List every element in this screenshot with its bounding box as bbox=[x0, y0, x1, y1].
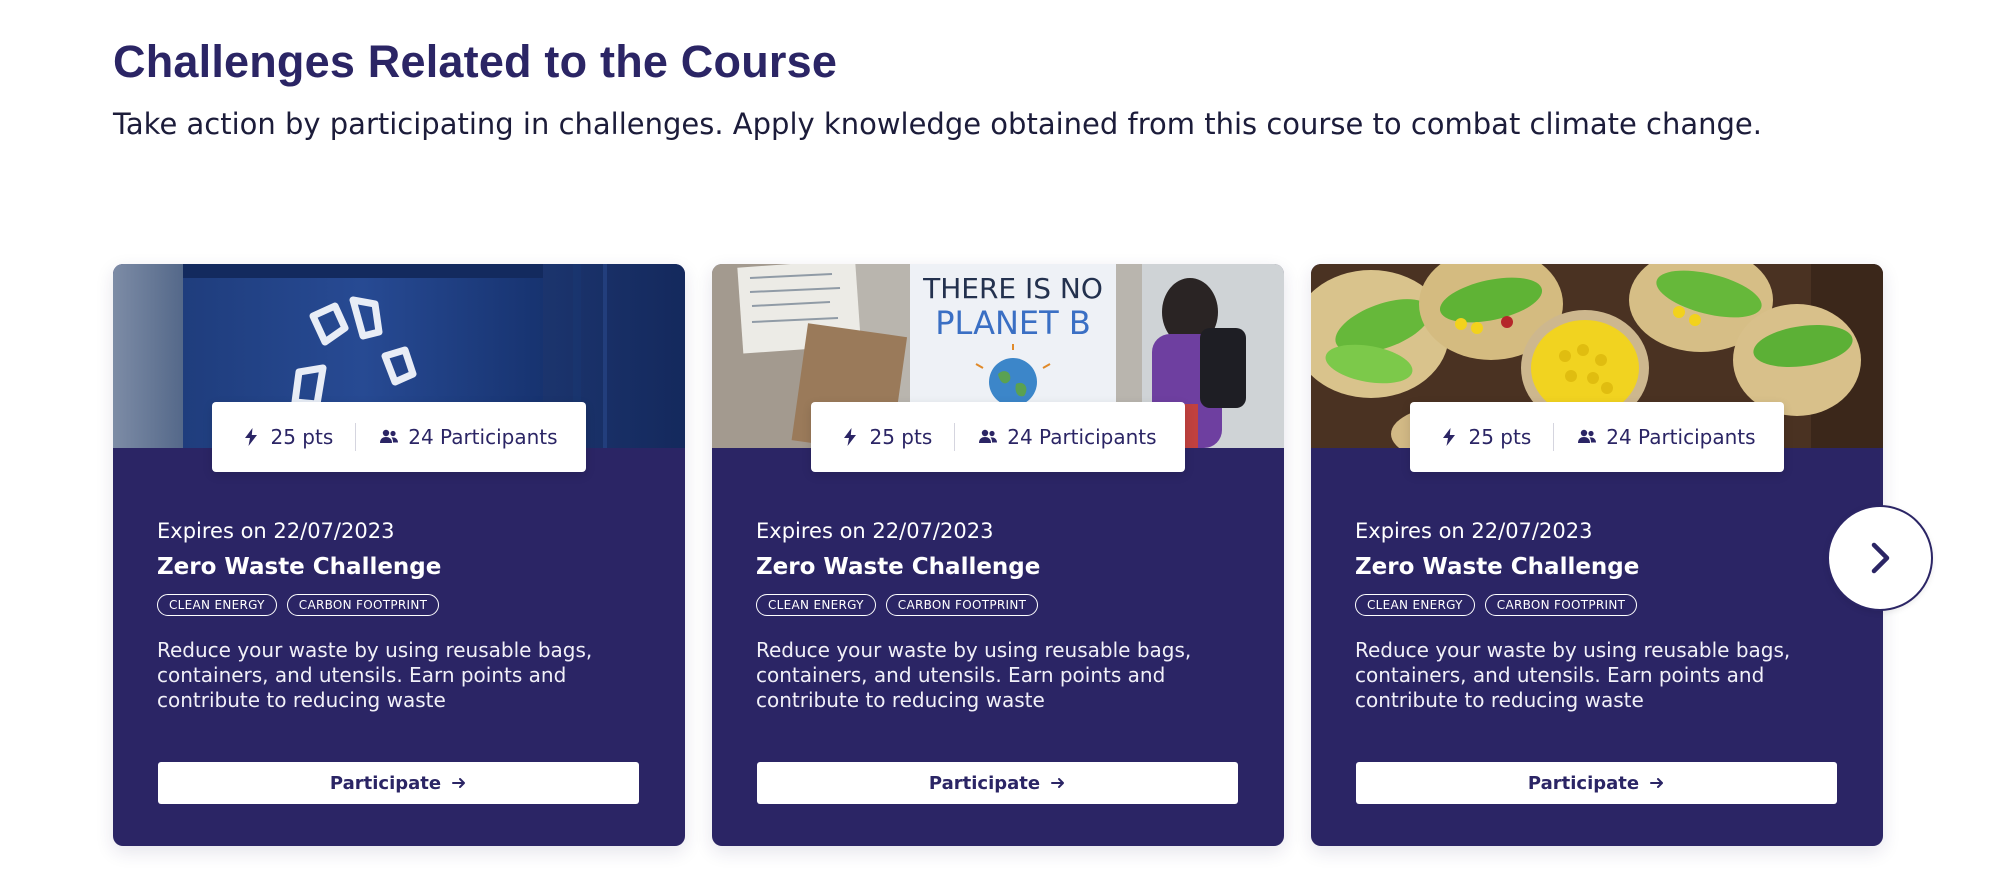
challenge-content: Expires on 22/07/2023 Zero Waste Challen… bbox=[756, 518, 1256, 713]
tag-carbon-footprint: CARBON FOOTPRINT bbox=[286, 594, 440, 616]
expiry-date: Expires on 22/07/2023 bbox=[756, 519, 994, 543]
participate-button[interactable]: Participate bbox=[1356, 762, 1837, 804]
challenge-tags: CLEAN ENERGY CARBON FOOTPRINT bbox=[157, 594, 657, 616]
points-value: 25 pts bbox=[869, 425, 933, 449]
challenge-title: Zero Waste Challenge bbox=[157, 554, 442, 580]
participants-stat: 24 Participants bbox=[977, 425, 1157, 449]
challenge-card[interactable]: 25 pts 24 Participants Expires on 22/07/… bbox=[1311, 264, 1883, 846]
chevron-right-icon bbox=[1863, 541, 1897, 575]
stats-divider bbox=[954, 423, 956, 451]
challenge-carousel: 25 pts 24 Participants Expires on 22/07/… bbox=[113, 264, 1883, 846]
section-title: Challenges Related to the Course bbox=[113, 36, 838, 87]
challenges-section: Challenges Related to the Course Take ac… bbox=[0, 0, 1996, 892]
stats-divider bbox=[355, 423, 357, 451]
expiry-date: Expires on 22/07/2023 bbox=[157, 519, 395, 543]
challenge-content: Expires on 22/07/2023 Zero Waste Challen… bbox=[1355, 518, 1855, 713]
challenge-description: Reduce your waste by using reusable bags… bbox=[1355, 638, 1791, 712]
points-value: 25 pts bbox=[1468, 425, 1532, 449]
participants-stat: 24 Participants bbox=[378, 425, 558, 449]
points-stat: 25 pts bbox=[839, 425, 932, 449]
people-icon bbox=[378, 426, 400, 448]
svg-text:PLANET B: PLANET B bbox=[935, 304, 1091, 342]
people-icon bbox=[977, 426, 999, 448]
participants-value: 24 Participants bbox=[1007, 425, 1157, 449]
challenge-description: Reduce your waste by using reusable bags… bbox=[756, 638, 1192, 712]
participants-stat: 24 Participants bbox=[1576, 425, 1756, 449]
lightning-bolt-icon bbox=[1438, 426, 1460, 448]
arrow-right-icon bbox=[1649, 775, 1665, 791]
tag-clean-energy: CLEAN ENERGY bbox=[1355, 594, 1475, 616]
challenge-card[interactable]: 25 pts 24 Participants Expires on 22/07/… bbox=[113, 264, 685, 846]
tag-clean-energy: CLEAN ENERGY bbox=[756, 594, 876, 616]
people-icon bbox=[1576, 426, 1598, 448]
challenge-title: Zero Waste Challenge bbox=[756, 554, 1041, 580]
points-value: 25 pts bbox=[270, 425, 334, 449]
section-subtitle: Take action by participating in challeng… bbox=[113, 107, 1762, 141]
points-stat: 25 pts bbox=[240, 425, 333, 449]
tag-carbon-footprint: CARBON FOOTPRINT bbox=[885, 594, 1039, 616]
challenge-stats: 25 pts 24 Participants bbox=[212, 402, 586, 472]
participate-button[interactable]: Participate bbox=[757, 762, 1238, 804]
stats-divider bbox=[1553, 423, 1555, 451]
challenge-title: Zero Waste Challenge bbox=[1355, 554, 1640, 580]
tag-carbon-footprint: CARBON FOOTPRINT bbox=[1484, 594, 1638, 616]
challenge-card[interactable]: THERE IS NO PLANET B 25 pts 24 Participa… bbox=[712, 264, 1284, 846]
carousel-next-button[interactable] bbox=[1827, 505, 1933, 611]
challenge-content: Expires on 22/07/2023 Zero Waste Challen… bbox=[157, 518, 657, 713]
lightning-bolt-icon bbox=[839, 426, 861, 448]
challenge-tags: CLEAN ENERGY CARBON FOOTPRINT bbox=[1355, 594, 1855, 616]
challenge-description: Reduce your waste by using reusable bags… bbox=[157, 638, 593, 712]
participate-button[interactable]: Participate bbox=[158, 762, 639, 804]
arrow-right-icon bbox=[1050, 775, 1066, 791]
challenge-tags: CLEAN ENERGY CARBON FOOTPRINT bbox=[756, 594, 1256, 616]
challenge-stats: 25 pts 24 Participants bbox=[1410, 402, 1784, 472]
participate-label: Participate bbox=[928, 772, 1041, 794]
expiry-date: Expires on 22/07/2023 bbox=[1355, 519, 1593, 543]
challenge-stats: 25 pts 24 Participants bbox=[811, 402, 1185, 472]
lightning-bolt-icon bbox=[240, 426, 262, 448]
participate-label: Participate bbox=[1527, 772, 1640, 794]
tag-clean-energy: CLEAN ENERGY bbox=[157, 594, 277, 616]
participate-label: Participate bbox=[329, 772, 442, 794]
points-stat: 25 pts bbox=[1438, 425, 1531, 449]
svg-text:THERE IS NO: THERE IS NO bbox=[922, 272, 1103, 305]
participants-value: 24 Participants bbox=[408, 425, 558, 449]
arrow-right-icon bbox=[451, 775, 467, 791]
participants-value: 24 Participants bbox=[1606, 425, 1756, 449]
